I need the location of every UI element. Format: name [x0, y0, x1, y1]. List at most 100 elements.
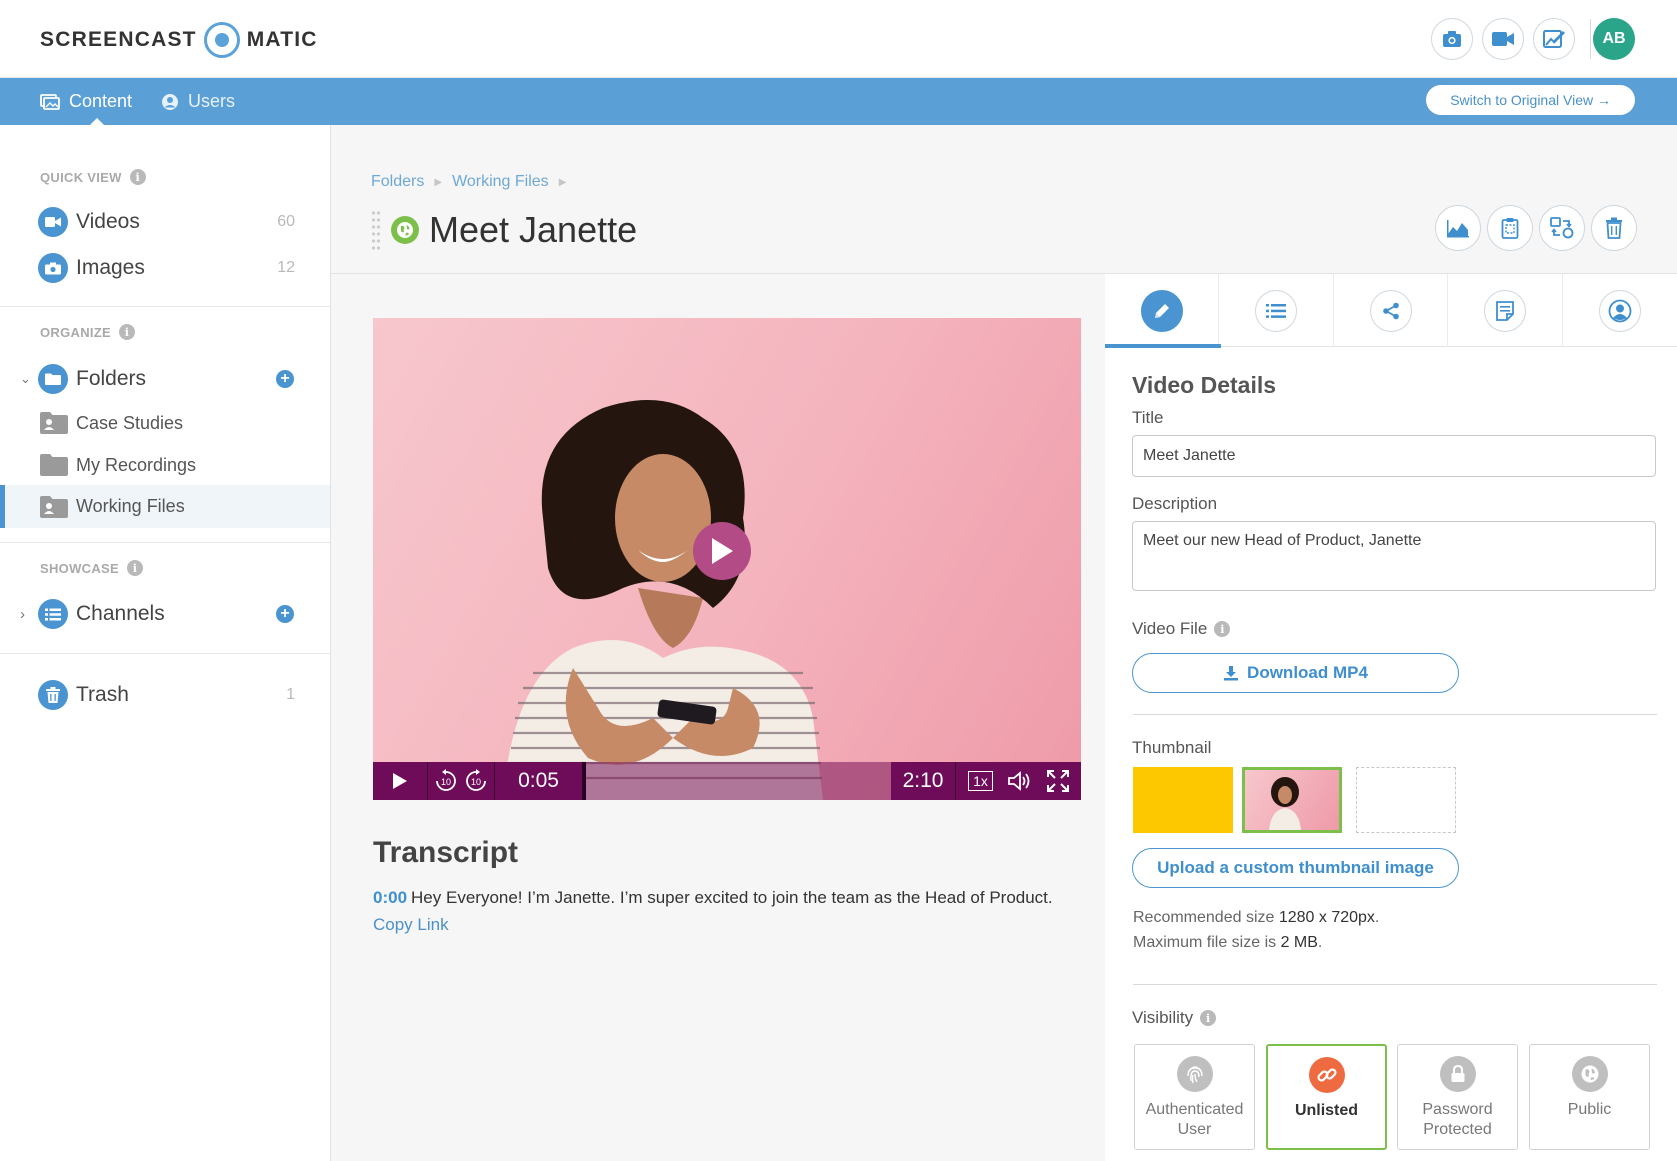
nav-users[interactable]: Users — [161, 78, 235, 125]
fingerprint-icon — [1176, 1056, 1213, 1092]
folder-item-working-files[interactable]: Working Files — [0, 485, 330, 528]
quick-view-heading: QUICK VIEW i — [40, 169, 146, 185]
link-icon — [1308, 1057, 1345, 1093]
tab-viewers[interactable] — [1563, 274, 1677, 347]
thumbnail-option-empty[interactable] — [1356, 767, 1456, 833]
max-prefix: Maximum file size is — [1133, 934, 1281, 951]
breadcrumb-separator-icon: ▶ — [558, 176, 567, 188]
add-channel-button[interactable]: + — [276, 605, 294, 623]
list-icon — [1255, 289, 1298, 332]
sidebar-item-label: Folders — [76, 367, 147, 390]
rewind-10-icon[interactable]: 10 — [433, 768, 459, 794]
info-icon[interactable]: i — [119, 324, 136, 340]
info-icon[interactable]: i — [1214, 621, 1231, 637]
video-player[interactable]: 10 10 0:05 2:10 1x — [373, 318, 1081, 800]
thumbnail-option-color[interactable] — [1133, 767, 1233, 833]
current-time: 0:05 — [518, 769, 559, 792]
content-icon — [40, 93, 60, 110]
quick-view-heading-text: QUICK VIEW — [40, 169, 122, 185]
playback-speed-button[interactable]: 1x — [968, 771, 993, 791]
progress-played — [582, 762, 586, 800]
transcript-line[interactable]: 0:00 Hey Everyone! I’m Janette. I’m super… — [373, 888, 1053, 908]
folder-item-my-recordings[interactable]: My Recordings — [0, 444, 330, 486]
max-file-size-text: Maximum file size is 2 MB. — [1133, 934, 1323, 951]
description-input[interactable]: Meet our new Head of Product, Janette — [1132, 521, 1656, 591]
max-value: 2 MB — [1280, 934, 1318, 951]
add-folder-button[interactable]: + — [276, 370, 294, 388]
progress-track[interactable] — [582, 762, 891, 800]
tab-notes[interactable] — [1448, 274, 1563, 347]
section-divider — [1133, 984, 1657, 985]
breadcrumb-item[interactable]: Folders — [371, 173, 424, 191]
folder-label: Case Studies — [76, 412, 184, 433]
thumbnail-label: Thumbnail — [1132, 738, 1212, 757]
nav-content[interactable]: Content — [40, 78, 132, 125]
info-icon[interactable]: i — [129, 169, 146, 185]
visibility-option-public[interactable]: Public — [1529, 1044, 1650, 1150]
tab-share[interactable] — [1334, 274, 1449, 347]
chevron-down-icon[interactable]: ⌄ — [20, 371, 31, 387]
section-divider — [1133, 714, 1657, 715]
info-icon[interactable]: i — [126, 560, 143, 576]
tab-chapters[interactable] — [1219, 274, 1334, 347]
sidebar-item-images[interactable]: Images 12 — [0, 247, 330, 289]
copy-link[interactable]: Copy Link — [373, 915, 449, 935]
visibility-option-authenticated[interactable]: Authenticated User — [1134, 1044, 1255, 1150]
pencil-icon — [1140, 289, 1183, 332]
replace-icon — [1550, 217, 1574, 239]
sidebar-item-videos[interactable]: Videos 60 — [0, 201, 330, 243]
organize-heading-text: ORGANIZE — [40, 324, 112, 340]
details-tabs — [1105, 274, 1677, 348]
replace-video-button[interactable] — [1539, 205, 1585, 251]
switch-view-button[interactable]: Switch to Original View → — [1426, 85, 1635, 115]
sidebar-item-channels[interactable]: › Channels + — [0, 593, 330, 635]
logo-text-left: SCREENCAST — [40, 28, 197, 51]
edit-image-button[interactable] — [1533, 18, 1575, 60]
sidebar-item-folders[interactable]: ⌄ Folders + — [0, 358, 330, 400]
share-icon — [1369, 289, 1412, 332]
showcase-heading-text: SHOWCASE — [40, 560, 119, 576]
nav-users-label: Users — [188, 91, 236, 111]
analytics-button[interactable] — [1435, 205, 1481, 251]
title-input[interactable] — [1132, 435, 1656, 477]
edit-image-icon — [1543, 30, 1565, 48]
info-icon[interactable]: i — [1200, 1010, 1217, 1026]
drag-handle-icon[interactable] — [371, 210, 381, 250]
nav-content-label: Content — [69, 91, 133, 111]
visibility-option-unlisted[interactable]: Unlisted — [1266, 1044, 1387, 1150]
fullscreen-icon[interactable] — [1046, 770, 1069, 792]
user-avatar[interactable]: AB — [1593, 18, 1635, 60]
folder-icon — [40, 454, 68, 476]
volume-icon[interactable] — [1007, 770, 1033, 792]
tab-edit[interactable] — [1105, 274, 1222, 348]
shared-folder-icon — [40, 412, 68, 434]
delete-button[interactable] — [1591, 205, 1637, 251]
content-header: Folders ▶ Working Files ▶ Meet Janette — [331, 125, 1677, 274]
download-mp4-button[interactable]: Download MP4 — [1132, 653, 1459, 693]
play-overlay-button[interactable] — [693, 522, 751, 580]
transcript-timestamp[interactable]: 0:00 — [373, 888, 407, 907]
thumbnail-option-frame[interactable] — [1242, 767, 1342, 833]
copy-to-clipboard-button[interactable] — [1487, 205, 1533, 251]
sidebar-item-trash[interactable]: Trash 1 — [0, 674, 330, 716]
forward-10-icon[interactable]: 10 — [463, 768, 489, 794]
transcript-title: Transcript — [373, 836, 519, 869]
play-button[interactable] — [373, 762, 427, 800]
record-video-button[interactable] — [1482, 18, 1524, 60]
visibility-option-password[interactable]: Password Protected — [1397, 1044, 1518, 1150]
screenshot-button[interactable] — [1431, 18, 1473, 60]
recommended-value: 1280 x 720px — [1278, 909, 1375, 926]
app-logo[interactable]: SCREENCAST MATIC — [40, 20, 318, 60]
download-label: Download MP4 — [1247, 663, 1368, 682]
thumbnail-frame-image — [1269, 777, 1301, 830]
item-count: 1 — [286, 686, 295, 703]
camera-icon — [1443, 31, 1461, 47]
breadcrumb-item[interactable]: Working Files — [452, 173, 549, 191]
folder-item-case-studies[interactable]: Case Studies — [0, 402, 330, 444]
play-icon — [712, 538, 733, 564]
play-icon — [393, 773, 407, 789]
upload-thumbnail-label: Upload a custom thumbnail image — [1157, 858, 1434, 877]
chevron-right-icon[interactable]: › — [20, 606, 25, 623]
upload-thumbnail-button[interactable]: Upload a custom thumbnail image — [1132, 848, 1459, 888]
list-icon — [38, 599, 68, 629]
